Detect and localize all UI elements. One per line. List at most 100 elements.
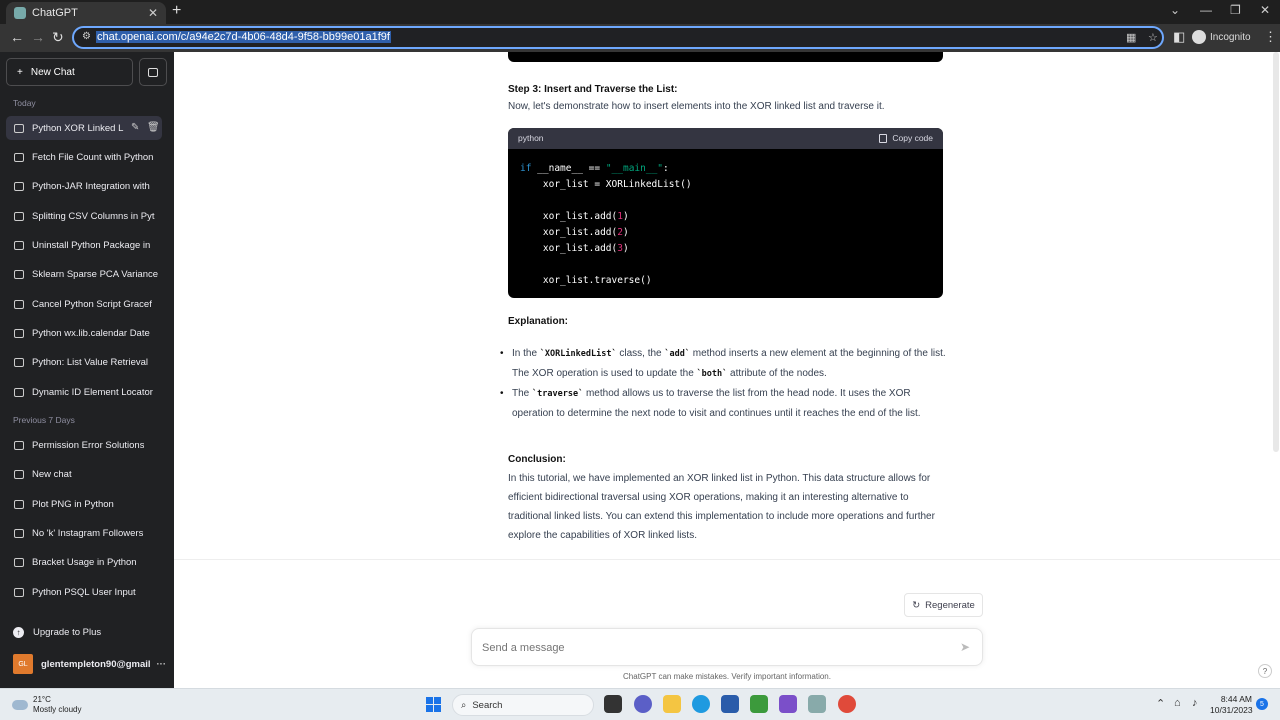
code-line: xor_list.traverse() bbox=[520, 275, 652, 286]
store-icon[interactable] bbox=[721, 695, 739, 713]
more-icon[interactable]: ··· bbox=[157, 659, 167, 670]
conversation-item[interactable]: Python wx.lib.calendar Date bbox=[6, 321, 162, 345]
clock-date: 10/31/2023 bbox=[1210, 705, 1253, 715]
copy-code-button[interactable]: Copy code bbox=[879, 129, 933, 148]
chrome-browser-icon[interactable] bbox=[838, 695, 856, 713]
trash-icon[interactable]: 🗑 bbox=[147, 122, 160, 133]
window-close-icon[interactable]: ✕ bbox=[1260, 3, 1270, 17]
edit-icon[interactable]: ✎ bbox=[131, 122, 139, 133]
chat-bubble-icon bbox=[14, 357, 24, 367]
conversation-item[interactable]: Python PSQL User Input bbox=[6, 580, 162, 604]
photos-app-icon[interactable] bbox=[808, 695, 826, 713]
conversation-item[interactable]: No 'k' Instagram Followers bbox=[6, 521, 162, 545]
system-clock[interactable]: 8:44 AM 10/31/2023 bbox=[1210, 694, 1253, 716]
close-sidebar-button[interactable] bbox=[139, 58, 167, 86]
weather-widget[interactable]: 21°C Mostly cloudy bbox=[12, 695, 81, 715]
user-menu[interactable]: GL glentempleton90@gmail ··· bbox=[6, 652, 166, 676]
chat-bubble-icon bbox=[14, 299, 24, 309]
text-span: class, the bbox=[616, 348, 665, 359]
conversation-item[interactable]: Dynamic ID Element Locator bbox=[6, 380, 162, 404]
upgrade-to-plus-button[interactable]: ↑ Upgrade to Plus bbox=[6, 620, 166, 644]
chat-bubble-icon bbox=[14, 387, 24, 397]
chat-bubble-icon bbox=[14, 499, 24, 509]
browser-tab[interactable]: ChatGPT ✕ bbox=[6, 2, 166, 24]
conversation-item[interactable]: Permission Error Solutions bbox=[6, 433, 162, 457]
minimize-icon[interactable]: — bbox=[1200, 3, 1212, 17]
code-token: __name__ == bbox=[531, 163, 606, 174]
conversation-item[interactable]: Sklearn Sparse PCA Variance bbox=[6, 262, 162, 286]
qr-code-icon[interactable]: ▦ bbox=[1126, 31, 1136, 44]
edge-browser-icon[interactable] bbox=[692, 695, 710, 713]
code-token: if bbox=[520, 163, 532, 174]
conversation-label: New chat bbox=[32, 468, 72, 480]
conversation-label: Python PSQL User Input bbox=[32, 586, 136, 598]
conversation-item[interactable]: Uninstall Python Package in bbox=[6, 233, 162, 257]
media-app-icon[interactable] bbox=[779, 695, 797, 713]
volume-icon[interactable]: ♪ bbox=[1192, 697, 1198, 709]
code-language: python bbox=[518, 133, 544, 143]
regenerate-button[interactable]: ↻ Regenerate bbox=[904, 593, 983, 617]
scrollbar[interactable] bbox=[1273, 52, 1279, 452]
chat-bubble-icon bbox=[14, 557, 24, 567]
forward-icon[interactable]: → bbox=[31, 29, 45, 45]
conversation-item[interactable]: Plot PNG in Python bbox=[6, 492, 162, 516]
maximize-icon[interactable]: ❐ bbox=[1230, 3, 1241, 17]
notepad-app-icon[interactable] bbox=[750, 695, 768, 713]
file-explorer-icon[interactable] bbox=[663, 695, 681, 713]
conversation-label: Python-JAR Integration with bbox=[32, 180, 150, 192]
notification-badge[interactable]: 5 bbox=[1256, 698, 1268, 710]
temperature: 21°C bbox=[33, 695, 51, 704]
new-chat-button[interactable]: + New Chat bbox=[6, 58, 133, 86]
conversation-item[interactable]: Fetch File Count with Python bbox=[6, 145, 162, 169]
back-icon[interactable]: ← bbox=[10, 29, 24, 45]
windows-start-icon[interactable] bbox=[426, 697, 441, 712]
chat-bubble-icon bbox=[14, 240, 24, 250]
chat-bubble-icon bbox=[14, 528, 24, 538]
tab-close-icon[interactable]: ✕ bbox=[148, 6, 158, 20]
tray-chevron-icon[interactable]: ⌃ bbox=[1156, 697, 1165, 710]
upgrade-label: Upgrade to Plus bbox=[33, 626, 102, 638]
conversation-label: Python: List Value Retrieval bbox=[32, 356, 148, 368]
help-button[interactable]: ? bbox=[1258, 664, 1272, 678]
code-token: xor_list.add( bbox=[520, 243, 618, 254]
bookmark-star-icon[interactable]: ☆ bbox=[1148, 31, 1158, 44]
conversation-label: Dynamic ID Element Locator bbox=[32, 386, 153, 398]
task-view-icon[interactable] bbox=[604, 695, 622, 713]
user-email: glentempleton90@gmail bbox=[41, 658, 151, 670]
conversation-item[interactable]: Splitting CSV Columns in Pyt bbox=[6, 204, 162, 228]
conversation-label: No 'k' Instagram Followers bbox=[32, 527, 144, 539]
conversation-item[interactable]: Python-JAR Integration with bbox=[6, 174, 162, 198]
chat-bubble-icon bbox=[14, 440, 24, 450]
side-panel-icon[interactable]: ◧ bbox=[1173, 29, 1185, 45]
cloud-icon bbox=[12, 700, 28, 710]
conversation-item[interactable]: Cancel Python Script Gracef bbox=[6, 292, 162, 316]
reload-icon[interactable]: ↻ bbox=[52, 29, 64, 46]
new-tab-button[interactable]: + bbox=[172, 2, 181, 20]
code-token: xor_list.add( bbox=[520, 227, 618, 238]
code-block: python Copy code if __name__ == "__main_… bbox=[508, 128, 943, 298]
network-icon[interactable]: ⌂ bbox=[1174, 697, 1181, 709]
conversation-item[interactable]: Python XOR Linked Li ✎ 🗑 bbox=[6, 116, 162, 140]
code-token: "__main__" bbox=[605, 163, 664, 174]
chat-bubble-icon bbox=[14, 587, 24, 597]
chat-app-icon[interactable] bbox=[634, 695, 652, 713]
conversation-item[interactable]: Bracket Usage in Python bbox=[6, 550, 162, 574]
url-text[interactable]: chat.openai.com/c/a94e2c7d-4b06-48d4-9f5… bbox=[96, 31, 391, 43]
taskbar-search[interactable]: ⌕ Search bbox=[452, 694, 594, 716]
browser-menu-icon[interactable]: ⋮ bbox=[1264, 29, 1277, 45]
chat-main: Step 3: Insert and Traverse the List: No… bbox=[174, 52, 1280, 688]
code-content: if __name__ == "__main__": xor_list = XO… bbox=[508, 149, 943, 298]
send-icon[interactable]: ➤ bbox=[960, 640, 970, 654]
conversation-item[interactable]: New chat bbox=[6, 462, 162, 486]
chat-bubble-icon bbox=[14, 269, 24, 279]
message-composer[interactable]: ➤ bbox=[471, 628, 983, 666]
code-token: ) bbox=[622, 227, 629, 238]
tab-search-icon[interactable]: ⌄ bbox=[1170, 3, 1180, 17]
section-label-previous-7-days: Previous 7 Days bbox=[13, 415, 75, 425]
message-input[interactable] bbox=[482, 639, 942, 657]
chat-bubble-icon bbox=[14, 181, 24, 191]
address-bar[interactable]: ⚙ chat.openai.com/c/a94e2c7d-4b06-48d4-9… bbox=[72, 26, 1164, 49]
conversation-item[interactable]: Python: List Value Retrieval bbox=[6, 350, 162, 374]
incognito-indicator[interactable]: Incognito bbox=[1192, 30, 1251, 44]
site-info-icon[interactable]: ⚙ bbox=[82, 31, 93, 42]
